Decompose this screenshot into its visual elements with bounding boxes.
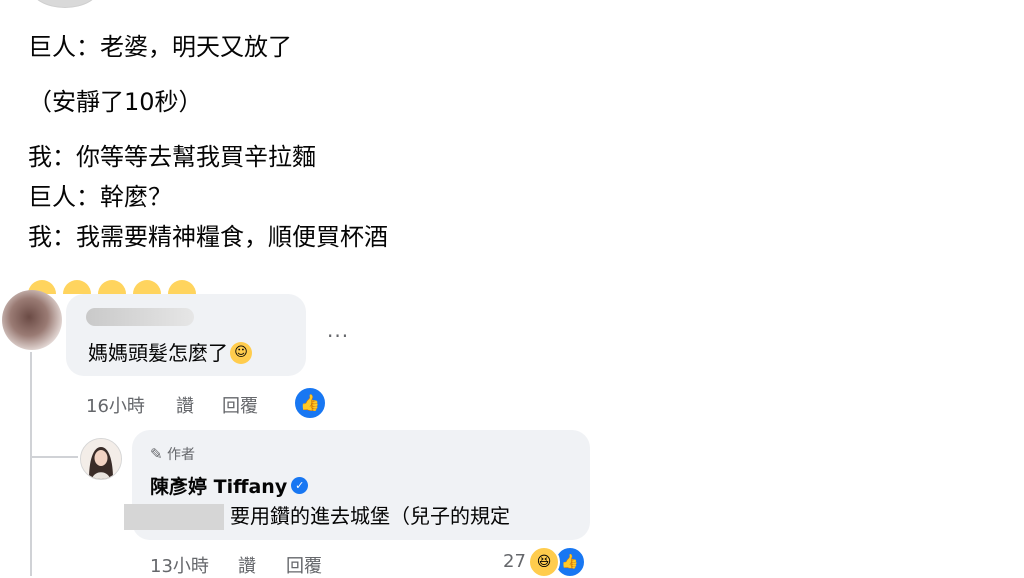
commenter-name-blurred[interactable] <box>86 308 194 326</box>
comment-2-time[interactable]: 13小時 <box>150 552 209 578</box>
comment-1-time[interactable]: 16小時 <box>86 392 145 418</box>
author-name-text[interactable]: 陳彥婷 Tiffany <box>150 476 287 498</box>
commenter-avatar[interactable] <box>2 290 62 350</box>
emoji-icon <box>168 280 196 294</box>
comment-1-body: 媽媽頭髮怎麼了 <box>88 341 228 365</box>
thread-line <box>30 352 32 576</box>
reaction-count[interactable]: 27 <box>503 551 526 572</box>
comment-2-text: 要用鑽的進去城堡（兒子的規定 <box>230 504 510 528</box>
emoji-icon <box>133 280 161 294</box>
verified-badge-icon: ✓ <box>291 477 309 494</box>
author-name[interactable]: 陳彥婷 Tiffany ✓ <box>150 472 309 499</box>
comment-2-reply-button[interactable]: 回覆 <box>286 552 322 578</box>
comment-1-like-button[interactable]: 讚 <box>176 392 194 418</box>
emoji-icon <box>63 280 91 294</box>
comment-1-text: 媽媽頭髮怎麼了 ☺ <box>88 340 252 366</box>
more-options-icon[interactable]: ··· <box>327 324 349 348</box>
post-line-4: 巨人：幹麼？ <box>28 183 172 211</box>
pencil-icon: ✎ <box>150 445 163 463</box>
haha-icon[interactable]: 😆 <box>528 546 560 578</box>
comment-1-reply-button[interactable]: 回覆 <box>222 392 258 418</box>
post-line-2: （安靜了10秒） <box>28 88 203 116</box>
redacted-mention <box>124 504 224 530</box>
author-avatar[interactable] <box>80 438 122 480</box>
author-tag-label: 作者 <box>167 447 196 463</box>
thumbs-up-icon[interactable]: 👍 <box>293 386 327 420</box>
thread-branch-line <box>30 456 78 458</box>
post-author-avatar[interactable] <box>30 0 100 8</box>
post-line-1: 巨人：老婆，明天又放了 <box>28 33 292 61</box>
rofl-emoji-icon: ☺ <box>230 341 252 364</box>
author-tag: ✎ 作者 <box>150 444 195 464</box>
emoji-icon <box>98 280 126 294</box>
post-line-3: 我：你等等去幫我買辛拉麵 <box>28 143 316 171</box>
emoji-row <box>28 280 196 294</box>
comment-2-like-button[interactable]: 讚 <box>238 552 256 578</box>
author-portrait-icon <box>81 439 121 479</box>
post-line-5: 我：我需要精神糧食，順便買杯酒 <box>28 223 388 251</box>
